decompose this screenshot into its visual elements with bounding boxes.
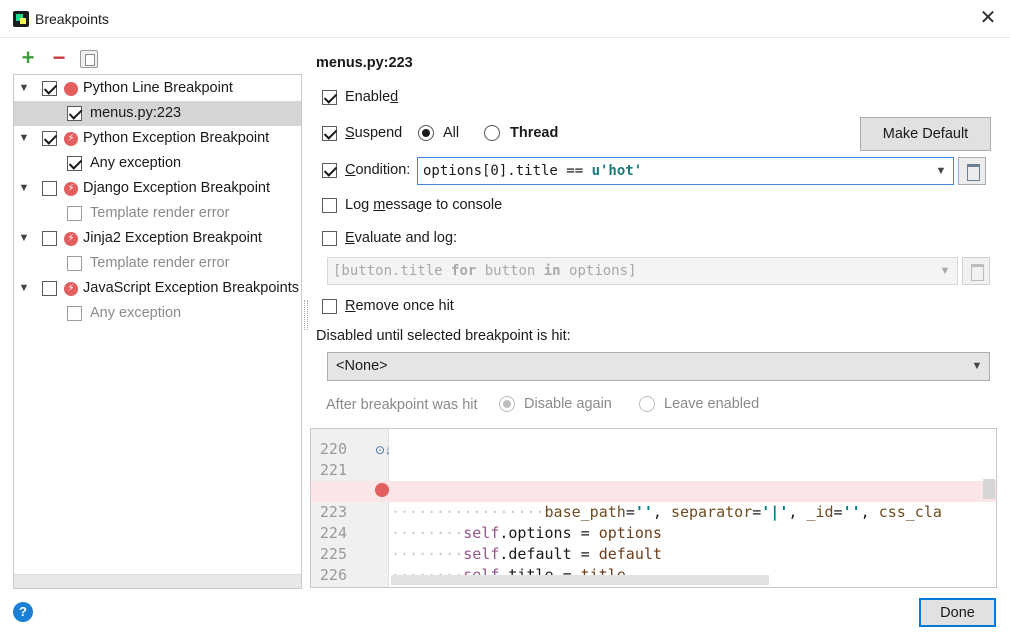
tree-item-javascript-exception[interactable]: ▼ ⚡ JavaScript Exception Breakpoints	[14, 276, 301, 301]
exception-breakpoint-icon: ⚡	[64, 282, 78, 296]
tree-item-template-render-error[interactable]: Template render error	[14, 201, 301, 226]
expand-editor-icon[interactable]	[958, 157, 986, 185]
leave-enabled-radio[interactable]	[639, 396, 655, 412]
after-hit-label: After breakpoint was hit	[326, 397, 478, 413]
checkbox[interactable]	[67, 156, 82, 171]
disabled-until-select[interactable]: <None>	[327, 352, 990, 381]
remove-breakpoint-button[interactable]: −	[48, 47, 70, 70]
checkbox[interactable]	[67, 206, 82, 221]
window-title: Breakpoints	[35, 11, 109, 27]
tree-item-template-render-error[interactable]: Template render error	[14, 251, 301, 276]
tree-item-django-exception[interactable]: ▼ ⚡ Django Exception Breakpoint	[14, 176, 301, 201]
tree-item-label: JavaScript Exception Breakpoints	[83, 280, 299, 296]
tree-item-label: Python Line Breakpoint	[83, 80, 233, 96]
chevron-down-icon[interactable]: ▼	[18, 132, 30, 144]
suspend-all-label: All	[443, 125, 460, 141]
pycharm-app-icon	[13, 11, 29, 27]
condition-checkbox[interactable]	[322, 163, 337, 178]
suspend-label: Suspend	[345, 125, 403, 141]
tree-item-python-line[interactable]: ▼ Python Line Breakpoint	[14, 76, 301, 101]
tree-item-label: menus.py:223	[90, 105, 182, 121]
help-button[interactable]: ?	[13, 602, 33, 622]
panel-splitter[interactable]	[304, 300, 308, 330]
breakpoint-dot-icon[interactable]	[375, 483, 389, 497]
tree-item-any-exception[interactable]: Any exception	[14, 151, 301, 176]
title-bar	[0, 0, 1010, 38]
tree-item-label: Template render error	[90, 205, 230, 221]
tree-item-label: Jinja2 Exception Breakpoint	[83, 230, 262, 246]
suspend-checkbox[interactable]	[322, 126, 337, 141]
copy-icon[interactable]	[80, 50, 98, 68]
code-line: 222 ·················base_path='', separ…	[320, 482, 942, 521]
breakpoints-tree[interactable]: ▼ Python Line Breakpoint menus.py:223 ▼ …	[13, 74, 302, 589]
add-breakpoint-button[interactable]: +	[17, 47, 39, 70]
enabled-checkbox[interactable]	[322, 90, 337, 105]
checkbox[interactable]	[42, 281, 57, 296]
expand-editor-icon[interactable]	[962, 257, 990, 285]
close-icon[interactable]: ✕	[978, 8, 998, 28]
checkbox[interactable]	[42, 131, 57, 146]
editor-vertical-scrollbar[interactable]	[983, 479, 995, 499]
override-method-icon[interactable]: ⊙↓	[375, 443, 391, 457]
disable-again-label: Disable again	[524, 396, 612, 412]
tree-item-label: Template render error	[90, 255, 230, 271]
chevron-down-icon[interactable]: ▼	[934, 164, 948, 178]
tree-item-menus[interactable]: menus.py:223	[14, 101, 301, 126]
remove-once-hit-checkbox[interactable]	[322, 299, 337, 314]
remove-once-hit-label: Remove once hit	[345, 298, 454, 314]
breakpoint-heading: menus.py:223	[316, 55, 413, 71]
code-line: 224 ········self.default = default	[319, 524, 662, 563]
checkbox[interactable]	[42, 81, 57, 96]
condition-label: Condition:	[345, 162, 411, 178]
code-line-breakpoint: 223 ········self.options = options	[311, 481, 996, 542]
enabled-label: Enabled	[345, 89, 399, 105]
condition-input[interactable]: options[0].title == u'hot'	[417, 157, 954, 185]
editor-horizontal-scrollbar[interactable]	[391, 575, 769, 585]
code-line: 221 ····def __init__(self, options, defa…	[319, 461, 942, 500]
checkbox[interactable]	[42, 181, 57, 196]
disable-again-radio[interactable]	[499, 396, 515, 412]
breakpoint-dot-icon	[64, 82, 78, 96]
tree-item-any-exception[interactable]: Any exception	[14, 301, 301, 326]
evaluate-log-label: Evaluate and log:	[345, 230, 458, 246]
evaluate-expression-input[interactable]: [button.title for button in options]	[327, 257, 958, 285]
log-message-label: Log message to console	[345, 197, 503, 213]
tree-horizontal-scrollbar[interactable]	[14, 574, 301, 588]
evaluate-log-checkbox[interactable]	[322, 231, 337, 246]
suspend-all-radio[interactable]	[418, 125, 434, 141]
checkbox[interactable]	[67, 306, 82, 321]
exception-breakpoint-icon: ⚡	[64, 132, 78, 146]
checkbox[interactable]	[67, 256, 82, 271]
code-line: 220	[319, 440, 347, 458]
exception-breakpoint-icon: ⚡	[64, 232, 78, 246]
tree-item-label: Any exception	[90, 305, 182, 321]
chevron-down-icon[interactable]: ▼	[18, 282, 30, 294]
code-line: 226 ········self.base_path = base_path	[319, 566, 347, 584]
disabled-until-label: Disabled until selected breakpoint is hi…	[316, 328, 571, 344]
chevron-down-icon[interactable]: ▼	[938, 264, 952, 278]
exception-breakpoint-icon: ⚡	[64, 182, 78, 196]
done-button[interactable]: Done	[919, 598, 996, 627]
tree-item-label: Python Exception Breakpoint	[83, 130, 270, 146]
chevron-down-icon[interactable]: ▼	[18, 182, 30, 194]
chevron-down-icon[interactable]: ▼	[18, 232, 30, 244]
code-preview-editor[interactable]: 220 221 ····def __init__(self, options, …	[310, 428, 997, 588]
checkbox[interactable]	[67, 106, 82, 121]
checkbox[interactable]	[42, 231, 57, 246]
tree-item-jinja2-exception[interactable]: ▼ ⚡ Jinja2 Exception Breakpoint	[14, 226, 301, 251]
chevron-down-icon[interactable]: ▼	[970, 359, 984, 373]
suspend-thread-radio[interactable]	[484, 125, 500, 141]
leave-enabled-label: Leave enabled	[664, 396, 760, 412]
make-default-button[interactable]: Make Default	[860, 117, 991, 151]
code-line: 225 ········self.title = title	[319, 545, 626, 584]
tree-item-label: Any exception	[90, 155, 182, 171]
tree-item-label: Django Exception Breakpoint	[83, 180, 271, 196]
tree-item-python-exception[interactable]: ▼ ⚡ Python Exception Breakpoint	[14, 126, 301, 151]
chevron-down-icon[interactable]: ▼	[18, 82, 30, 94]
suspend-thread-label: Thread	[510, 125, 559, 141]
log-message-checkbox[interactable]	[322, 198, 337, 213]
